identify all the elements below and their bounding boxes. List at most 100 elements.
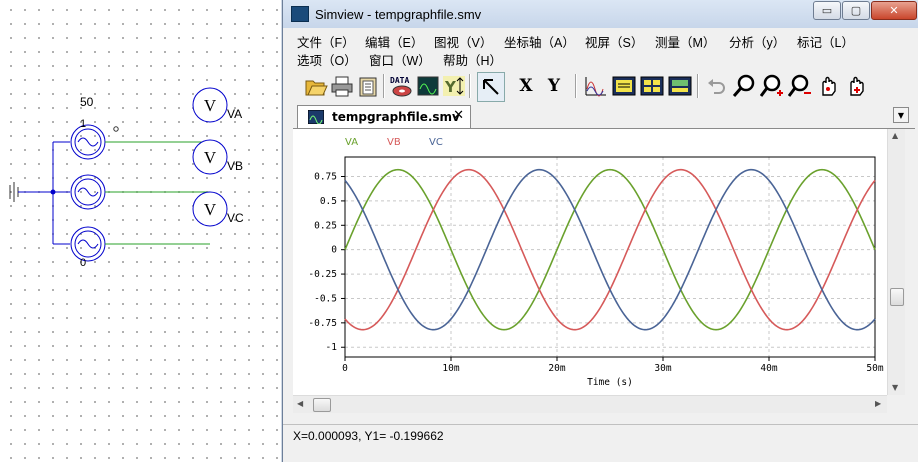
screen4-button[interactable] bbox=[639, 72, 665, 100]
menu-window[interactable]: 窗口（W） bbox=[369, 50, 431, 69]
y-tick-label: 0.5 bbox=[320, 196, 337, 207]
y-tick-label: 0.75 bbox=[314, 172, 337, 183]
data-icon: DATA bbox=[390, 76, 412, 97]
source-value-label: 50 bbox=[80, 95, 94, 109]
voltmeter-vb[interactable]: V bbox=[192, 139, 228, 175]
pan-button[interactable] bbox=[815, 72, 841, 100]
hand-plus-button[interactable] bbox=[843, 72, 869, 100]
open-button[interactable] bbox=[303, 72, 329, 100]
scroll-left-icon[interactable]: ◀ bbox=[297, 399, 303, 408]
y-button[interactable]: Y bbox=[541, 72, 567, 100]
close-button[interactable]: ✕ bbox=[871, 1, 917, 20]
y-tick-label: -0.5 bbox=[314, 293, 337, 304]
menu-view[interactable]: 图视（V） bbox=[434, 32, 492, 51]
voltmeter-symbol: V bbox=[204, 200, 217, 219]
minimize-button[interactable]: ▭ bbox=[813, 1, 841, 20]
toolbar: DATA Y X Y bbox=[291, 70, 915, 102]
x-tick-label: 10m bbox=[442, 363, 459, 374]
x-tick-label: 0 bbox=[342, 363, 348, 374]
plot-area[interactable]: VA VB VC 0.75 0.5 0.25 0 -0.25 -0.5 -0.75 -1 0 10m 20… bbox=[293, 129, 887, 395]
screen4-icon bbox=[640, 76, 664, 96]
menu-options[interactable]: 选项（O） bbox=[297, 50, 357, 69]
y-axis-icon: Y bbox=[443, 76, 465, 96]
voltmeter-vc[interactable]: V bbox=[192, 191, 228, 227]
ac-source-a[interactable] bbox=[70, 124, 106, 160]
menu-help[interactable]: 帮助（H） bbox=[443, 50, 502, 69]
voltmeter-va[interactable]: V bbox=[192, 87, 228, 123]
data-icon-text: DATA bbox=[390, 76, 409, 85]
undo-icon bbox=[708, 79, 725, 94]
legend-entry-va: VA bbox=[345, 137, 358, 148]
simview-window: Simview - tempgraphfile.smv ▭ ▢ ✕ 文件（F） … bbox=[282, 0, 918, 462]
voltmeter-symbol: V bbox=[204, 148, 217, 167]
status-bar: X=0.000093, Y1= -0.199662 bbox=[283, 424, 918, 445]
undo-button[interactable] bbox=[703, 72, 729, 100]
maximize-button[interactable]: ▢ bbox=[842, 1, 870, 20]
legend-entry-vc: VC bbox=[429, 137, 443, 148]
y-tick-label: -0.25 bbox=[308, 269, 337, 280]
pin-marker bbox=[113, 126, 119, 132]
app-icon bbox=[291, 6, 309, 22]
waveform-button[interactable] bbox=[583, 72, 609, 100]
menu-analysis[interactable]: 分析（y） bbox=[729, 32, 785, 51]
screen-icon bbox=[668, 76, 692, 96]
tab-tempgraphfile[interactable]: tempgraphfile.smv ✕ bbox=[297, 105, 471, 128]
tab-close-icon[interactable]: ✕ bbox=[453, 108, 464, 123]
y-tick-label: -0.75 bbox=[308, 318, 337, 329]
screen-button[interactable] bbox=[667, 72, 693, 100]
meter-label-va: VA bbox=[227, 107, 242, 121]
tab-title: tempgraphfile.smv bbox=[332, 110, 460, 124]
zoom-icon bbox=[732, 74, 755, 97]
scroll-corner bbox=[887, 395, 904, 412]
y-tick-label: -1 bbox=[326, 342, 338, 353]
tab-menu-arrow-icon[interactable]: ▼ bbox=[893, 107, 909, 123]
zoom-in-button[interactable] bbox=[759, 72, 785, 100]
pan-icon bbox=[822, 76, 836, 96]
data-button[interactable]: DATA bbox=[389, 72, 415, 100]
zoom-out-button[interactable] bbox=[787, 72, 813, 100]
x-tick-label: 50m bbox=[866, 363, 883, 374]
vertical-scrollbar[interactable]: ▲ ▼ bbox=[887, 129, 905, 395]
print-button[interactable] bbox=[329, 72, 355, 100]
menu-label[interactable]: 标记（L） bbox=[797, 32, 854, 51]
screen1-icon bbox=[612, 76, 636, 96]
tab-strip: tempgraphfile.smv ✕ ▼ bbox=[293, 104, 915, 129]
menu-edit[interactable]: 编辑（E） bbox=[365, 32, 423, 51]
y-tick-label: 0.25 bbox=[314, 220, 337, 231]
cursor-readout: X=0.000093, Y1= -0.199662 bbox=[293, 429, 444, 443]
scroll-right-icon[interactable]: ▶ bbox=[875, 399, 881, 408]
waveform-chart: VA VB VC 0.75 0.5 0.25 0 -0.25 -0.5 -0.75 -1 0 10m 20… bbox=[308, 137, 883, 388]
window-controls: ▭ ▢ ✕ bbox=[813, 1, 917, 20]
waveform-icon bbox=[585, 77, 606, 97]
select-button[interactable] bbox=[477, 72, 505, 102]
menu-screen[interactable]: 视屏（S） bbox=[585, 32, 643, 51]
graph-file-icon bbox=[308, 110, 324, 124]
horizontal-scroll-thumb[interactable] bbox=[313, 398, 331, 412]
x-button[interactable]: X bbox=[513, 72, 539, 100]
y-axis-button[interactable]: Y bbox=[441, 72, 467, 100]
add-curve-button[interactable] bbox=[415, 72, 441, 100]
clipboard-icon bbox=[359, 77, 377, 97]
meter-label-vb: VB bbox=[227, 159, 243, 173]
title-bar[interactable]: Simview - tempgraphfile.smv ▭ ▢ ✕ bbox=[283, 0, 918, 28]
open-icon bbox=[305, 80, 328, 96]
scroll-down-icon[interactable]: ▼ bbox=[892, 383, 898, 392]
window-title: Simview - tempgraphfile.smv bbox=[315, 6, 482, 22]
ac-source-c[interactable] bbox=[70, 226, 106, 262]
meter-label-vc: VC bbox=[227, 211, 244, 225]
zoom-button[interactable] bbox=[731, 72, 757, 100]
scroll-up-icon[interactable]: ▲ bbox=[892, 131, 898, 140]
menu-file[interactable]: 文件（F） bbox=[297, 32, 355, 51]
node-label-bottom: 0 bbox=[80, 257, 86, 269]
legend-entry-vb: VB bbox=[387, 137, 401, 148]
zoom-in-icon bbox=[760, 74, 783, 97]
menu-measure[interactable]: 测量（M） bbox=[655, 32, 715, 51]
y-axis-icon-text: Y bbox=[444, 78, 457, 96]
ac-source-b[interactable] bbox=[70, 174, 106, 210]
menu-axis[interactable]: 坐标轴（A） bbox=[504, 32, 575, 51]
horizontal-scrollbar[interactable]: ◀ ▶ bbox=[293, 395, 887, 413]
vertical-scroll-thumb[interactable] bbox=[890, 288, 904, 306]
screen1-button[interactable] bbox=[611, 72, 637, 100]
x-axis-title: Time (s) bbox=[587, 377, 633, 388]
clipboard-button[interactable] bbox=[355, 72, 381, 100]
